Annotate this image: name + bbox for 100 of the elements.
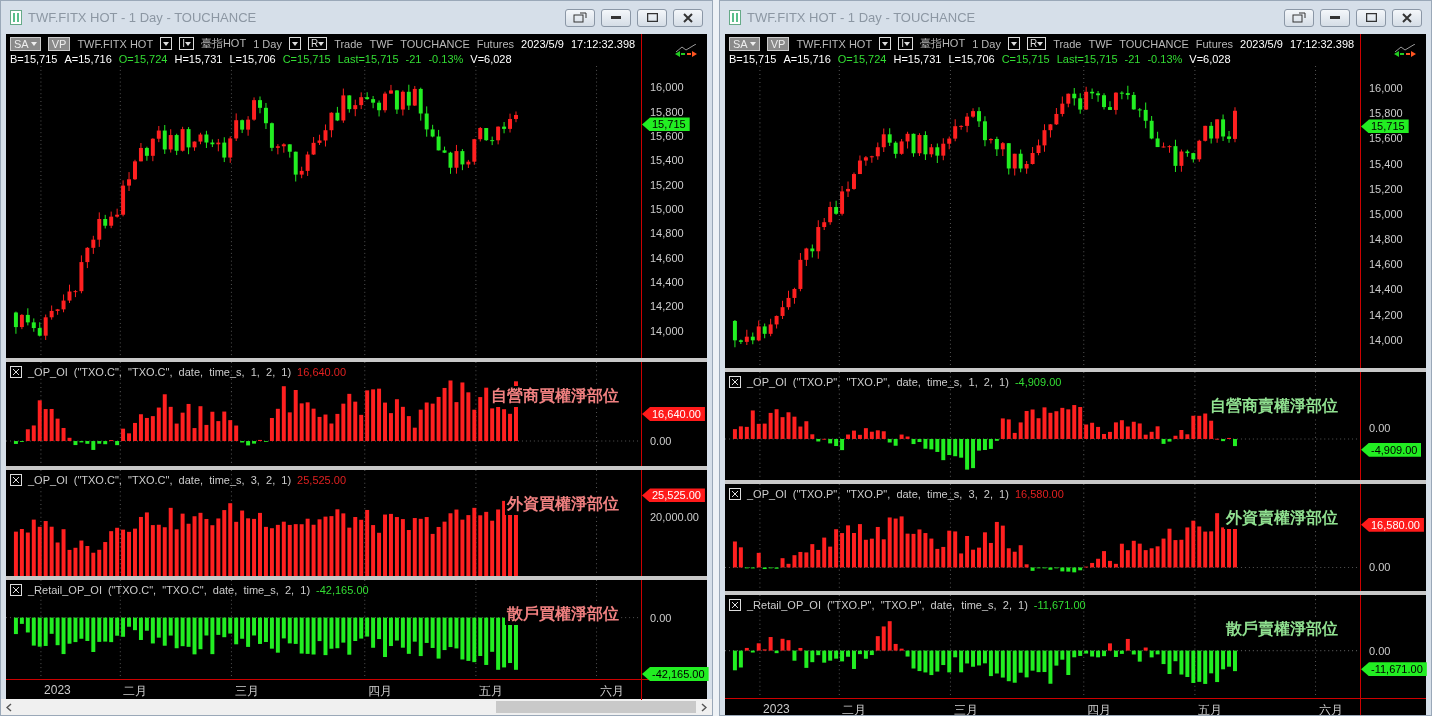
axis-tick: 15,600 [1369, 132, 1403, 145]
quote-value: V=6,028 [1189, 53, 1231, 65]
date-label: 六月 [599, 683, 624, 700]
quote-value: -0.13% [1147, 53, 1183, 65]
value-badge: -42,165.00 [642, 667, 709, 682]
indicator-params: ("TXO.C", "TXO.C", date, time_s, 1, 2, 1) [73, 366, 292, 378]
axis-tick: 14,400 [650, 276, 684, 289]
info-text: 2023/5/9 [1240, 37, 1283, 50]
info-text: TOUCHANCE [400, 37, 470, 50]
quote-value: C=15,715 [282, 53, 331, 65]
date-label: 五月 [479, 683, 504, 700]
indicator-name: _OP_OI [747, 488, 787, 500]
axis-tick: 15,800 [650, 105, 684, 118]
indicator-params: ("TXO.C", "TXO.C", date, time_s, 3, 2, 1) [73, 474, 292, 486]
value-badge: 16,640.00 [642, 407, 705, 421]
date-label: 五月 [1198, 702, 1223, 715]
axis-tick: 14,800 [1369, 233, 1403, 246]
axis-tick: 0.00 [1369, 422, 1391, 435]
last-price-badge: 15,715 [1361, 119, 1409, 134]
indicator-value: 16,640.00 [297, 366, 347, 378]
r-dropdown[interactable]: R [307, 37, 328, 50]
indicator-params: ("TXO.C", "TXO.C", date, time_s, 2, 1) [108, 584, 311, 596]
quote-value: O=15,724 [837, 53, 887, 65]
chart-type-dropdown[interactable]: I [898, 37, 913, 50]
info-text: Trade [1053, 37, 1082, 50]
symbol-label: TWF.FITX HOT [796, 37, 873, 50]
quote-value: L=15,706 [229, 53, 276, 65]
date-label: 二月 [123, 683, 148, 700]
indicator-name: _Retail_OP_OI [747, 599, 821, 611]
axis-tick: 15,800 [1369, 107, 1403, 120]
indicator-value: -42,165.00 [316, 584, 369, 596]
value-badge: 25,525.00 [642, 488, 705, 503]
pane-label: 自營商買權淨部位 [489, 386, 621, 407]
date-label: 二月 [842, 702, 867, 715]
window-title: TWF.FITX HOT - 1 Day - TOUCHANCE [747, 10, 977, 25]
axis-tick: 14,000 [1369, 333, 1403, 346]
indicator-value: 16,580.00 [1014, 488, 1064, 500]
axis-tick: 15,400 [650, 154, 684, 167]
period-label: 1 Day [253, 37, 282, 50]
window-title: TWF.FITX HOT - 1 Day - TOUCHANCE [28, 10, 258, 25]
value-badge: -11,671.00 [1361, 662, 1427, 677]
axis-tick: 14,200 [1369, 308, 1403, 321]
pane-label: 外資賣權淨部位 [1224, 508, 1340, 529]
info-text: TWF [369, 37, 394, 50]
indicator-name: _OP_OI [28, 474, 68, 486]
info-text: 2023/5/9 [521, 37, 564, 50]
indicator-name: _Retail_OP_OI [28, 584, 102, 596]
quote-value: A=15,716 [783, 53, 831, 65]
date-label: 三月 [234, 683, 259, 700]
pane-label: 外資買權淨部位 [505, 494, 621, 515]
quote-value: B=15,715 [10, 53, 58, 65]
axis-tick: 15,000 [650, 203, 684, 216]
indicator-name: _OP_OI [747, 376, 787, 388]
indicator-params: ("TXO.P", "TXO.P", date, time_s, 3, 2, 1) [792, 488, 1009, 500]
chart-type-dropdown[interactable]: I [179, 37, 194, 50]
indicator-params: ("TXO.P", "TXO.P", date, time_s, 1, 2, 1) [792, 376, 1009, 388]
quote-value: Last=15,715 [337, 53, 399, 65]
alias-label: 臺指HOT [919, 36, 966, 51]
quote-value: C=15,715 [1001, 53, 1050, 65]
last-price-badge: 15,715 [642, 117, 690, 132]
axis-tick: 0.00 [1369, 644, 1391, 657]
date-label: 四月 [1086, 702, 1111, 715]
axis-tick: 15,000 [1369, 207, 1403, 220]
quote-value: H=15,731 [893, 53, 942, 65]
date-label: 2023 [44, 683, 71, 697]
axis-tick: 0.00 [1369, 561, 1391, 574]
indicator-value: -11,671.00 [1033, 599, 1086, 611]
axis-tick: 15,200 [1369, 182, 1403, 195]
r-dropdown[interactable]: R [1026, 37, 1047, 50]
axis-tick: 20,000.00 [650, 510, 699, 523]
axis-tick: 14,000 [650, 324, 684, 337]
quote-value: Last=15,715 [1056, 53, 1118, 65]
quote-value: H=15,731 [174, 53, 223, 65]
info-text: Futures [476, 37, 515, 50]
quote-value: O=15,724 [118, 53, 168, 65]
axis-tick: 0.00 [650, 611, 672, 624]
value-badge: 16,580.00 [1361, 517, 1424, 532]
quote-value: -21 [1124, 53, 1141, 65]
info-text: 17:12:32.398 [570, 37, 636, 50]
axis-tick: 15,600 [650, 130, 684, 143]
quote-value: L=15,706 [948, 53, 995, 65]
axis-tick: 14,200 [650, 300, 684, 313]
pane-label: 散戶買權淨部位 [505, 604, 621, 625]
indicator-value: -4,909.00 [1014, 376, 1062, 388]
pane-label: 自營商賣權淨部位 [1208, 396, 1340, 417]
axis-tick: 15,400 [1369, 157, 1403, 170]
date-label: 六月 [1318, 702, 1343, 715]
quote-value: B=15,715 [729, 53, 777, 65]
quote-value: A=15,716 [64, 53, 112, 65]
indicator-params: ("TXO.P", "TXO.P", date, time_s, 2, 1) [827, 599, 1028, 611]
quote-value: -0.13% [428, 53, 464, 65]
alias-label: 臺指HOT [200, 36, 247, 51]
axis-tick: 16,000 [1369, 82, 1403, 95]
quote-value: -21 [405, 53, 422, 65]
date-label: 三月 [953, 702, 978, 715]
axis-tick: 15,200 [650, 178, 684, 191]
symbol-label: TWF.FITX HOT [77, 37, 154, 50]
axis-tick: 14,600 [650, 251, 684, 264]
info-text: TOUCHANCE [1119, 37, 1189, 50]
date-label: 四月 [367, 683, 392, 700]
